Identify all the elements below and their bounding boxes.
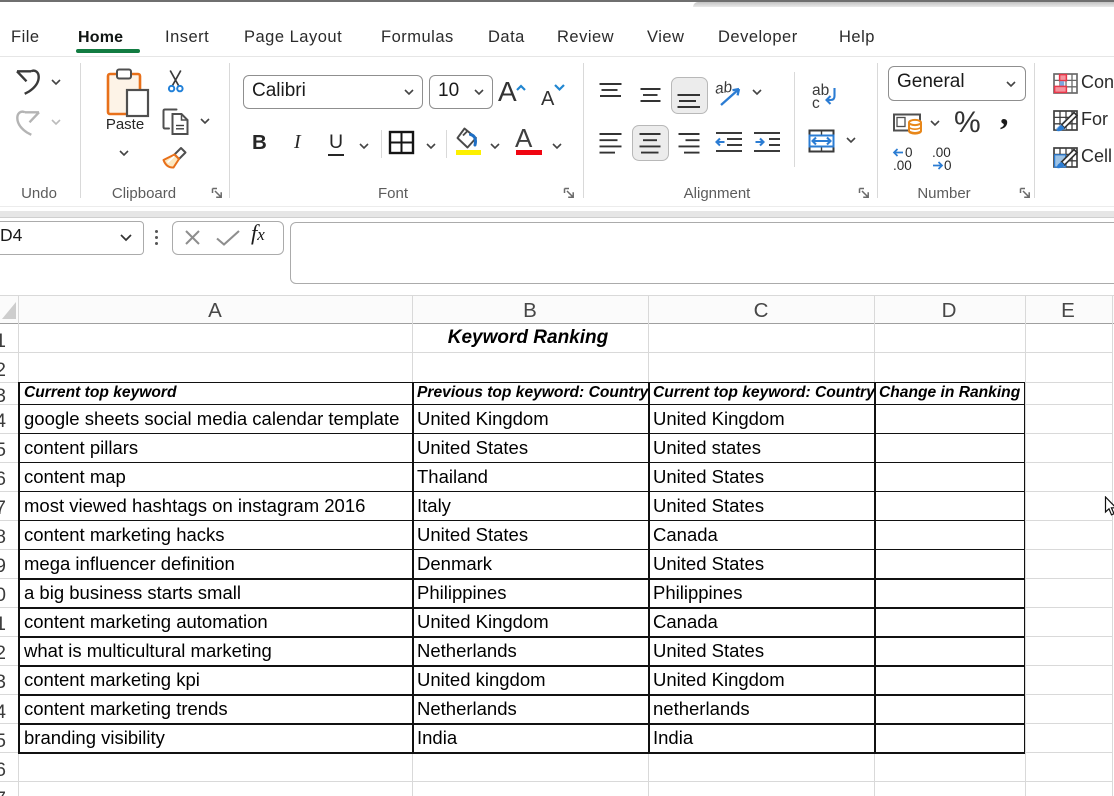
svg-text:0: 0 bbox=[944, 158, 952, 172]
svg-text:c: c bbox=[812, 95, 820, 110]
svg-text:.00: .00 bbox=[893, 158, 912, 172]
